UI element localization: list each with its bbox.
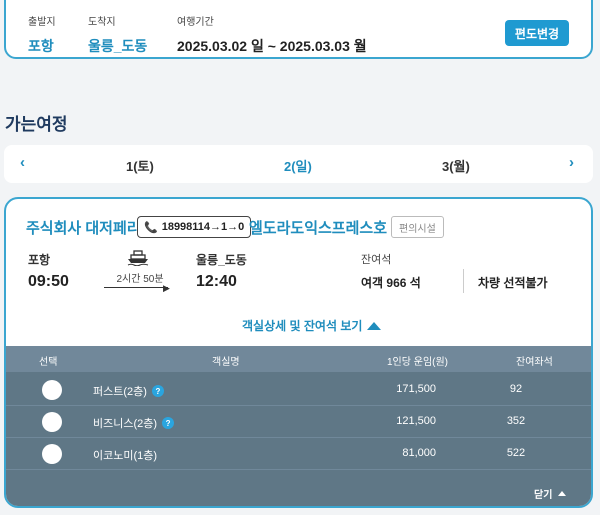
departure-value: 포항 [28, 38, 54, 54]
route-arrow-line [104, 287, 168, 288]
fare-value: 171,500 [396, 383, 436, 395]
arrival-value: 울릉_도동 [88, 38, 148, 54]
departure-label: 출발지 [28, 17, 56, 28]
fare-value: 81,000 [402, 447, 436, 459]
remaining-value: 92 [509, 383, 523, 395]
period-block: 여행기간 2025.03.02 일 ~ 2025.03.03 월 [177, 13, 367, 56]
remaining-value: 352 [506, 415, 526, 427]
triangle-up-icon [558, 491, 567, 496]
vessel-name: 엘도라도익스프레스호 [249, 220, 388, 237]
passenger-seats: 여객 966 석 [361, 276, 421, 290]
table-header: 선택 객실명 1인당 운임(원) 잔여좌석 [6, 346, 591, 372]
from-port: 포항 [28, 253, 51, 267]
select-radio[interactable] [42, 412, 62, 432]
cabin-detail-toggle[interactable]: 객실상세 및 잔여석 보기 [242, 317, 382, 334]
phone-badge[interactable]: 📞 18998114→1→0 [137, 216, 252, 238]
question-icon[interactable]: ? [162, 417, 175, 429]
trip-card: 주식회사 대저페리 📞 18998114→1→0 엘도라도익스프레스호 편의시설… [4, 197, 593, 508]
cabin-table: 선택 객실명 1인당 운임(원) 잔여좌석 퍼스트(2층) ? 171,500 … [6, 346, 591, 506]
cabin-label: 이코노미(1층) [93, 450, 158, 462]
arrow-right-icon: ▶ [163, 283, 170, 293]
facility-button[interactable]: 편의시설 [391, 216, 444, 238]
phone-number: 18998114→1→0 [161, 221, 245, 233]
cabin-name: 퍼스트(2층) ? [93, 383, 164, 399]
remaining-value: 522 [506, 447, 526, 459]
change-oneway-button[interactable]: 편도변경 [505, 20, 569, 46]
cabin-name: 이코노미(1층) [93, 447, 157, 463]
section-title: 가는여정 [5, 115, 68, 134]
phone-icon: 📞 [144, 221, 158, 234]
company-name: 주식회사 대저페리 [26, 220, 141, 237]
date-navigation: ‹ 1(토) 2(일) 3(월) › [4, 145, 593, 183]
chevron-right-icon[interactable]: › [569, 154, 574, 171]
header-fare: 1인당 운임(원) [387, 357, 448, 368]
to-port: 울릉_도동 [196, 253, 247, 267]
date-tab-2[interactable]: 2(일) [284, 156, 312, 175]
header-remaining: 잔여좌석 [516, 357, 553, 368]
fare-value: 121,500 [396, 415, 436, 427]
select-radio[interactable] [42, 444, 62, 464]
question-icon[interactable]: ? [151, 385, 164, 397]
vehicle-seats: 차량 선적불가 [478, 276, 548, 290]
remaining-label: 잔여석 [361, 254, 392, 266]
cabin-label: 비즈니스(2층) [93, 418, 158, 430]
triangle-up-icon [367, 321, 382, 330]
header-select: 선택 [39, 357, 58, 368]
table-row[interactable]: 퍼스트(2층) ? 171,500 92 [6, 374, 591, 406]
cabin-detail-label: 객실상세 및 잔여석 보기 [242, 319, 363, 333]
chevron-left-icon[interactable]: ‹ [20, 154, 25, 171]
trip-summary: 출발지 포항 도착지 울릉_도동 여행기간 2025.03.02 일 ~ 202… [4, 0, 593, 59]
seat-divider [463, 269, 464, 293]
cabin-name: 비즈니스(2층) ? [93, 415, 175, 431]
from-time: 09:50 [28, 273, 69, 290]
date-tab-1[interactable]: 1(토) [126, 156, 154, 175]
table-row[interactable]: 비즈니스(2층) ? 121,500 352 [6, 406, 591, 438]
close-label: 닫기 [534, 490, 553, 501]
close-table-button[interactable]: 닫기 [534, 486, 567, 501]
header-cabin: 객실명 [212, 357, 240, 368]
period-value: 2025.03.02 일 ~ 2025.03.03 월 [177, 38, 367, 54]
ship-icon [127, 250, 149, 266]
to-time: 12:40 [196, 273, 237, 290]
cabin-label: 퍼스트(2층) [93, 386, 147, 398]
arrival-label: 도착지 [88, 17, 116, 28]
table-row[interactable]: 이코노미(1층) 81,000 522 [6, 438, 591, 470]
arrival-block: 도착지 울릉_도동 [88, 13, 147, 56]
departure-block: 출발지 포항 [28, 13, 56, 56]
date-tab-3[interactable]: 3(월) [442, 156, 470, 175]
select-radio[interactable] [42, 380, 62, 400]
period-label: 여행기간 [177, 17, 214, 28]
